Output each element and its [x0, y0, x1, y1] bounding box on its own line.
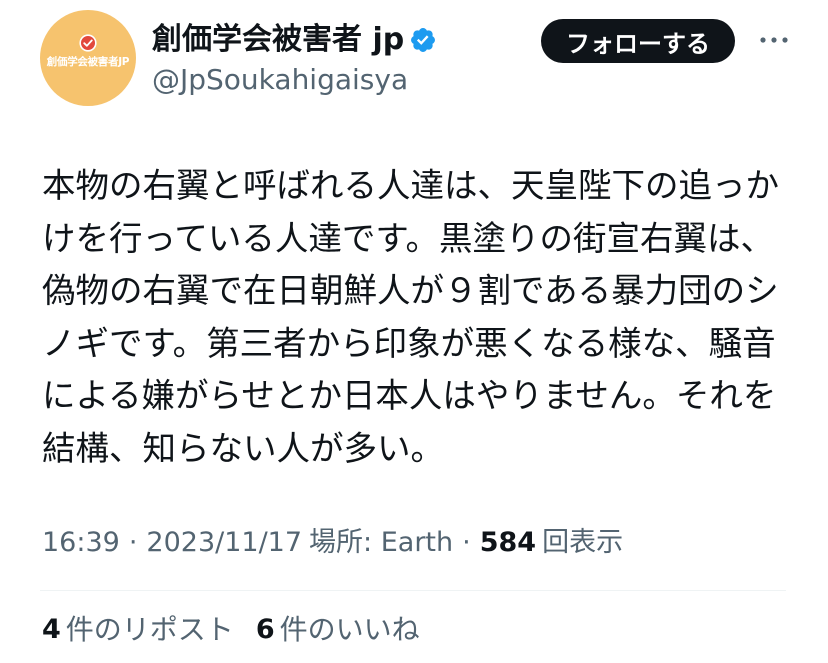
follow-button[interactable]: フォローする	[541, 19, 735, 63]
tweet-time: 16:39	[42, 527, 120, 558]
engagement-stats: 4 件のリポスト 6 件のいいね	[42, 613, 420, 647]
meta-separator: ·	[128, 527, 138, 558]
verified-badge-icon	[411, 28, 436, 52]
reposts-label: 件のリポスト	[65, 613, 234, 646]
tweet-meta: 16:39 · 2023/11/17 場所: Earth · 584 回表示	[42, 526, 623, 560]
tweet-text: 本物の右翼と呼ばれる人達は、天皇陛下の追っか けを行っている人達です。黒塗りの街…	[42, 160, 779, 475]
tweet-date: 2023/11/17	[146, 527, 303, 558]
tweet-text-line: ノギです。第三者から印象が悪くなる様な、騒音	[42, 323, 776, 363]
check-circle-icon	[79, 34, 97, 52]
reposts-count: 4	[42, 614, 61, 645]
tweet-detail-view: 創価学会被害者JP 創価学会被害者 jp @JpSoukahigaisya フォ…	[0, 0, 828, 663]
divider	[40, 590, 786, 591]
avatar[interactable]: 創価学会被害者JP	[40, 10, 136, 106]
more-dot	[760, 37, 766, 43]
display-name[interactable]: 創価学会被害者 jp	[152, 22, 404, 58]
author-name-row: 創価学会被害者 jp	[152, 22, 437, 58]
more-dots-icon[interactable]	[756, 30, 792, 50]
avatar-logo-text: 創価学会被害者JP	[46, 56, 130, 68]
more-dot	[771, 37, 777, 43]
views-count: 584	[479, 527, 537, 558]
likes-stat[interactable]: 6 件のいいね	[256, 613, 420, 647]
meta-separator: ·	[462, 527, 471, 558]
tweet-text-line: による嫌がらせとか日本人はやりません。それを	[42, 376, 777, 415]
views-label: 回表示	[542, 527, 624, 558]
tweet-text-line: 偽物の右翼で在日朝鮮人が９割である暴力団のシ	[42, 271, 779, 310]
tweet-location: 場所: Earth	[309, 527, 454, 558]
avatar-mark-circle	[79, 34, 97, 52]
likes-label: 件のいいね	[279, 613, 420, 646]
tweet-text-line: 結構、知らない人が多い。	[42, 428, 444, 468]
likes-count: 6	[255, 614, 275, 645]
reposts-stat[interactable]: 4 件のリポスト	[42, 613, 234, 647]
tweet-timestamp-link[interactable]: 16:39 · 2023/11/17	[42, 526, 302, 560]
more-dot	[782, 37, 788, 43]
tweet-text-line: 本物の右翼と呼ばれる人達は、天皇陛下の追っか	[42, 166, 779, 205]
tweet-text-line: けを行っている人達です。黒塗りの街宣右翼は、	[42, 218, 774, 258]
user-handle[interactable]: @JpSoukahigaisya	[152, 63, 408, 97]
